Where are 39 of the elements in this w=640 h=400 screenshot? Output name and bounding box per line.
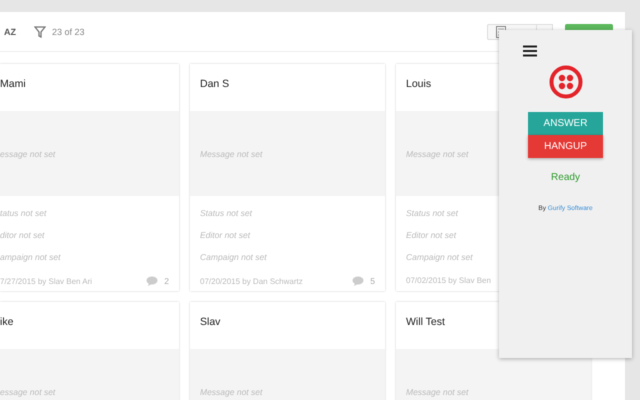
contact-name: Will Test <box>406 316 445 328</box>
call-status: Ready <box>551 172 580 183</box>
message-text: essage not set <box>0 386 56 396</box>
status-text: Status not set <box>406 208 458 218</box>
created-by-text: 7/27/2015 by Slav Ben Ari <box>0 276 94 286</box>
comment-count: 5 <box>370 276 375 286</box>
campaign-text: ampaign not set <box>0 252 60 262</box>
comment-icon <box>146 276 158 286</box>
menu-icon[interactable] <box>523 45 537 57</box>
result-count: 23 of 23 <box>52 26 85 36</box>
editor-text: Editor not set <box>406 230 456 240</box>
hangup-button[interactable]: HANGUP <box>528 135 603 158</box>
comment-icon <box>352 276 364 286</box>
comment-count: 2 <box>164 276 169 286</box>
message-text: Message not set <box>200 148 262 158</box>
editor-text: ditor not set <box>0 230 44 240</box>
editor-text: Editor not set <box>200 230 250 240</box>
campaign-text: Campaign not set <box>406 252 473 262</box>
contact-name: Slav <box>200 316 220 328</box>
sort-toggle[interactable]: AZ <box>4 26 16 36</box>
logo-icon <box>548 65 582 99</box>
contact-card[interactable]: ike essage not set <box>0 302 179 400</box>
message-text: Message not set <box>406 148 468 158</box>
contact-name: Mami <box>0 78 26 90</box>
contact-card[interactable]: Slav Message not set <box>190 302 385 400</box>
status-text: tatus not set <box>0 208 46 218</box>
contact-name: ike <box>0 316 14 328</box>
contact-card[interactable]: Dan S Message not set Status not set Editor not set Campaign not set 07/20/2015 by Dan Schwartz 5 <box>190 64 385 291</box>
created-by-text: 07/02/2015 by Slav Ben <box>406 276 492 285</box>
contact-card[interactable]: Mami essage not set tatus not set ditor not set ampaign not set 7/27/2015 by Slav Ben Ari 2 <box>0 64 179 291</box>
filter-icon[interactable] <box>34 26 46 38</box>
status-text: Status not set <box>200 208 252 218</box>
contact-name: Louis <box>406 78 432 90</box>
campaign-text: Campaign not set <box>200 252 267 262</box>
created-by-text: 07/20/2015 by Dan Schwartz <box>200 276 304 286</box>
message-text: essage not set <box>0 148 56 158</box>
message-text: Message not set <box>200 386 262 396</box>
contact-name: Dan S <box>200 78 230 90</box>
message-text: Message not set <box>406 386 468 396</box>
